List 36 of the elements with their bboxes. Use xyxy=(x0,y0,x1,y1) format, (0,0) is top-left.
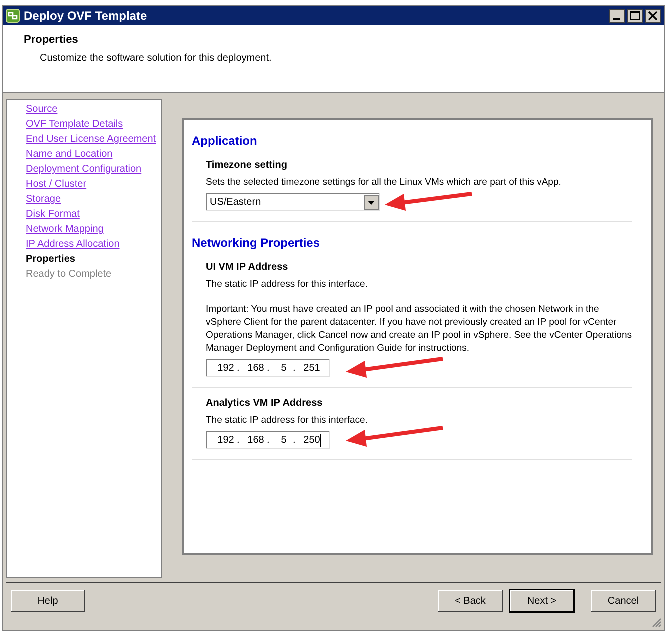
close-button[interactable] xyxy=(645,8,661,22)
step-link[interactable]: Storage xyxy=(26,192,62,207)
help-button[interactable]: Help xyxy=(11,590,85,612)
step-link[interactable]: End User License Agreement xyxy=(26,132,156,147)
wizard-button[interactable]: Next > xyxy=(510,590,574,612)
step-link[interactable]: IP Address Allocation xyxy=(26,237,120,252)
section-heading: Application xyxy=(192,133,258,150)
step-link[interactable]: Name and Location xyxy=(26,147,113,162)
step-link[interactable]: Disk Format xyxy=(26,207,80,222)
resize-grip-icon[interactable] xyxy=(651,617,662,628)
ip-address-field[interactable]: 192 . 168 . 5 . 251 xyxy=(206,359,330,377)
pending-step: Ready to Complete xyxy=(26,267,112,282)
property-label: Timezone setting xyxy=(206,159,288,173)
property-label: UI VM IP Address xyxy=(206,261,288,275)
step-link[interactable]: Host / Cluster xyxy=(26,177,87,192)
wizard-button[interactable]: < Back xyxy=(438,590,503,612)
maximize-button[interactable] xyxy=(627,8,643,22)
section-heading: Networking Properties xyxy=(192,235,320,252)
step-link[interactable]: Deployment Configuration xyxy=(26,162,142,177)
step-link[interactable]: Source xyxy=(26,102,58,117)
minimize-button[interactable] xyxy=(609,8,625,22)
page-heading: Properties xyxy=(24,33,80,48)
property-description: The static IP address for this interface. xyxy=(206,278,368,291)
ip-address-field[interactable]: 192 . 168 . 5 . 250 xyxy=(206,431,330,449)
timezone-dropdown[interactable]: US/Eastern xyxy=(206,193,380,211)
step-link[interactable]: Network Mapping xyxy=(26,222,104,237)
app-icon xyxy=(6,8,20,22)
wizard-button[interactable]: Cancel xyxy=(591,590,656,612)
property-note: Important: You must have created an IP pool and associated it with the chosen Network in the vSphere Client for the parent datacenter. If you have not previously created an IP pool for vCenter Operations Manager, click Cancel now and create an IP pool in vSphere. See the vCenter Operations Manager Deployment and Configuration Guide for instructions. xyxy=(206,303,632,355)
property-description: The static IP address for this interface. xyxy=(206,414,368,427)
property-description: Sets the selected timezone settings for all the Linux VMs which are part of this vApp. xyxy=(206,176,562,189)
page-description: Customize the software solution for this deployment. xyxy=(39,52,273,66)
window-title: Deploy OVF Template xyxy=(24,10,148,22)
step-link[interactable]: OVF Template Details xyxy=(26,117,124,132)
property-label: Analytics VM IP Address xyxy=(206,397,323,411)
current-step: Properties xyxy=(26,252,76,267)
